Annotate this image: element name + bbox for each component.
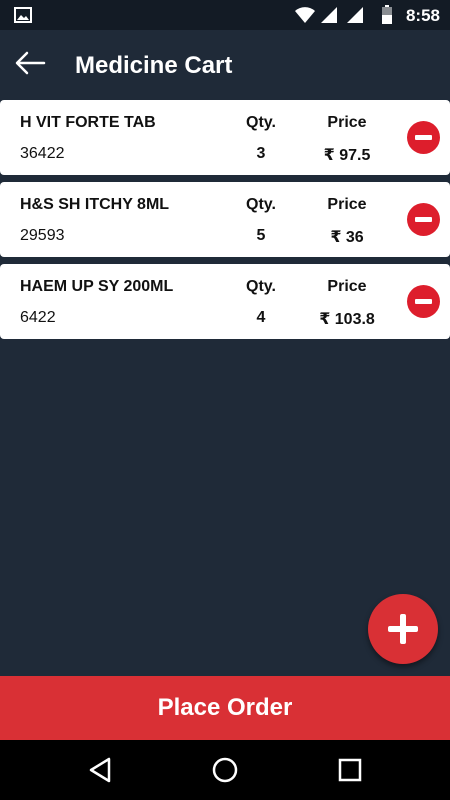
nav-back-icon[interactable] bbox=[88, 757, 112, 783]
item-code: 36422 bbox=[20, 145, 65, 162]
gallery-icon bbox=[14, 7, 32, 23]
nav-recent-icon[interactable] bbox=[338, 758, 362, 782]
nav-home-icon[interactable] bbox=[211, 756, 239, 784]
qty-label: Qty. bbox=[246, 114, 276, 131]
place-order-button[interactable]: Place Order bbox=[0, 676, 450, 740]
status-time: 8:58 bbox=[405, 6, 440, 25]
item-name: H VIT FORTE TAB bbox=[20, 114, 156, 131]
back-button[interactable] bbox=[14, 50, 54, 80]
qty-value: 3 bbox=[256, 145, 266, 162]
price-label: Price bbox=[327, 278, 367, 295]
status-bar: 8:58 bbox=[0, 0, 450, 30]
price-value: ₹ 97.5 bbox=[323, 147, 371, 164]
item-name: H&S SH ITCHY 8ML bbox=[20, 196, 170, 213]
signal-icon bbox=[347, 7, 363, 23]
price-label: Price bbox=[327, 114, 367, 131]
signal-icon bbox=[321, 7, 337, 23]
nav-bar bbox=[0, 740, 450, 800]
cart-item: H&S SH ITCHY 8ML 29593 Qty. 5 Price ₹ 36 bbox=[0, 182, 450, 257]
price-value: ₹ 36 bbox=[330, 229, 364, 246]
remove-item-button[interactable] bbox=[407, 285, 440, 318]
qty-value: 4 bbox=[256, 309, 266, 326]
remove-item-button[interactable] bbox=[407, 203, 440, 236]
page-title: Medicine Cart bbox=[75, 52, 233, 79]
arrow-left-icon bbox=[15, 51, 46, 75]
app-bar: Medicine Cart bbox=[0, 30, 450, 100]
wifi-icon bbox=[295, 7, 315, 23]
qty-label: Qty. bbox=[246, 196, 276, 213]
remove-item-button[interactable] bbox=[407, 121, 440, 154]
price-label: Price bbox=[327, 196, 367, 213]
price-value: ₹ 103.8 bbox=[319, 311, 375, 328]
add-item-button[interactable] bbox=[368, 594, 438, 664]
item-code: 29593 bbox=[20, 227, 65, 244]
cart-item: HAEM UP SY 200ML 6422 Qty. 4 Price ₹ 103… bbox=[0, 264, 450, 339]
cart-item: H VIT FORTE TAB 36422 Qty. 3 Price ₹ 97.… bbox=[0, 100, 450, 175]
item-code: 6422 bbox=[20, 309, 56, 326]
battery-icon bbox=[382, 5, 392, 24]
qty-value: 5 bbox=[256, 227, 266, 244]
item-name: HAEM UP SY 200ML bbox=[20, 278, 174, 295]
qty-label: Qty. bbox=[246, 278, 276, 295]
